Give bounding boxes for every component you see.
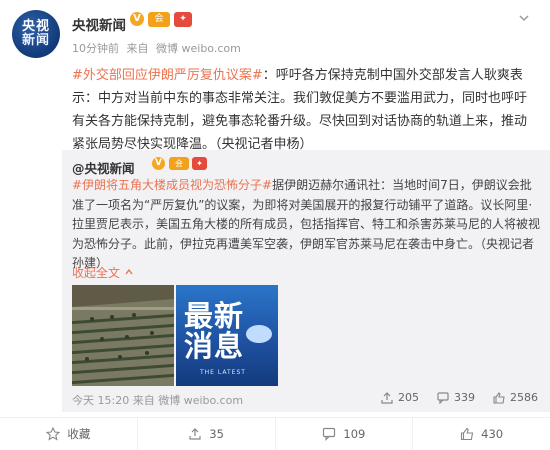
thumbs-up-icon	[493, 391, 505, 404]
comment-icon	[437, 391, 449, 404]
repost-member-badge-icon: 会	[169, 157, 189, 170]
like-button[interactable]: 430	[413, 418, 550, 450]
author-name[interactable]: 央视新闻	[72, 14, 126, 34]
thumbs-up-icon	[461, 427, 474, 441]
repost-meta: 今天 15:20 来自 微博 weibo.com	[72, 392, 243, 408]
comment-button[interactable]: 109	[276, 418, 414, 450]
member-badge-icon: 会	[148, 12, 170, 27]
post-source[interactable]: 微博 weibo.com	[156, 42, 241, 55]
repost-activity-badge-icon: ✦	[192, 157, 207, 170]
favorite-button[interactable]: 收藏	[0, 418, 138, 450]
latest-news-title: 最新 消息	[184, 299, 245, 363]
post-body: #外交部回应伊朗严厉复仇议案#：呼吁各方保持克制中国外交部发言人耿爽表示：中方对…	[72, 64, 534, 156]
collapse-label: 收起全文	[72, 266, 121, 280]
comment-icon	[323, 427, 336, 441]
post-meta: 10分钟前 来自 微博 weibo.com	[72, 40, 245, 56]
action-bar: 收藏 35 109 430	[0, 418, 550, 450]
latest-news-subtitle: THE LATEST	[200, 369, 246, 376]
repost-source[interactable]: 微博 weibo.com	[158, 394, 243, 407]
chevron-down-icon[interactable]	[516, 12, 532, 28]
post-hashtag[interactable]: #外交部回应伊朗严厉复仇议案#	[72, 68, 263, 83]
avatar-text-1: 央视	[21, 19, 50, 34]
repost-share-stat[interactable]: 205	[381, 391, 419, 404]
repost-stats: 205 339 2586	[381, 391, 538, 404]
collapse-link[interactable]: 收起全文	[72, 264, 134, 281]
post-headline: ：呼吁各方保持克制	[262, 68, 380, 83]
repost-time[interactable]: 今天 15:20	[72, 394, 129, 407]
tv-logo-icon	[246, 325, 272, 343]
post-from-label: 来自	[126, 42, 149, 55]
repost-like-count: 2586	[510, 391, 538, 404]
repost-verified-icon: V	[152, 157, 165, 170]
repost-from-label: 来自	[132, 394, 155, 407]
latest-news-image[interactable]: 最新 消息 THE LATEST	[176, 285, 278, 386]
repost-comment-stat[interactable]: 339	[437, 391, 475, 404]
repost-body: #伊朗将五角大楼成员视为恐怖分子#据伊朗迈赫尔通讯社：当地时间7日，伊朗议会批准…	[72, 176, 542, 274]
repost-comment-count: 339	[454, 391, 475, 404]
repost-author[interactable]: @央视新闻	[72, 158, 135, 177]
star-icon	[46, 427, 61, 441]
parliament-image[interactable]	[72, 285, 174, 386]
repost-button[interactable]: 35	[138, 418, 276, 450]
share-icon	[381, 391, 393, 404]
avatar-text-2: 新闻	[21, 33, 50, 48]
verified-icon: V	[130, 12, 144, 26]
chevron-up-icon	[125, 268, 133, 275]
comment-count: 109	[343, 427, 366, 441]
activity-badge-icon: ✦	[174, 12, 192, 27]
repost-hashtag[interactable]: #伊朗将五角大楼成员视为恐怖分子#	[72, 178, 272, 192]
repost-share-count: 205	[398, 391, 419, 404]
repost-icon	[189, 428, 201, 440]
like-count: 430	[481, 427, 504, 441]
repost-card: @央视新闻 V 会 ✦ #伊朗将五角大楼成员视为恐怖分子#据伊朗迈赫尔通讯社：当…	[62, 150, 550, 412]
post-time[interactable]: 10分钟前	[72, 42, 119, 55]
avatar[interactable]: 央视 新闻	[12, 10, 60, 58]
repost-like-stat[interactable]: 2586	[493, 391, 538, 404]
repost-count: 35	[209, 427, 224, 441]
favorite-label: 收藏	[67, 427, 91, 441]
